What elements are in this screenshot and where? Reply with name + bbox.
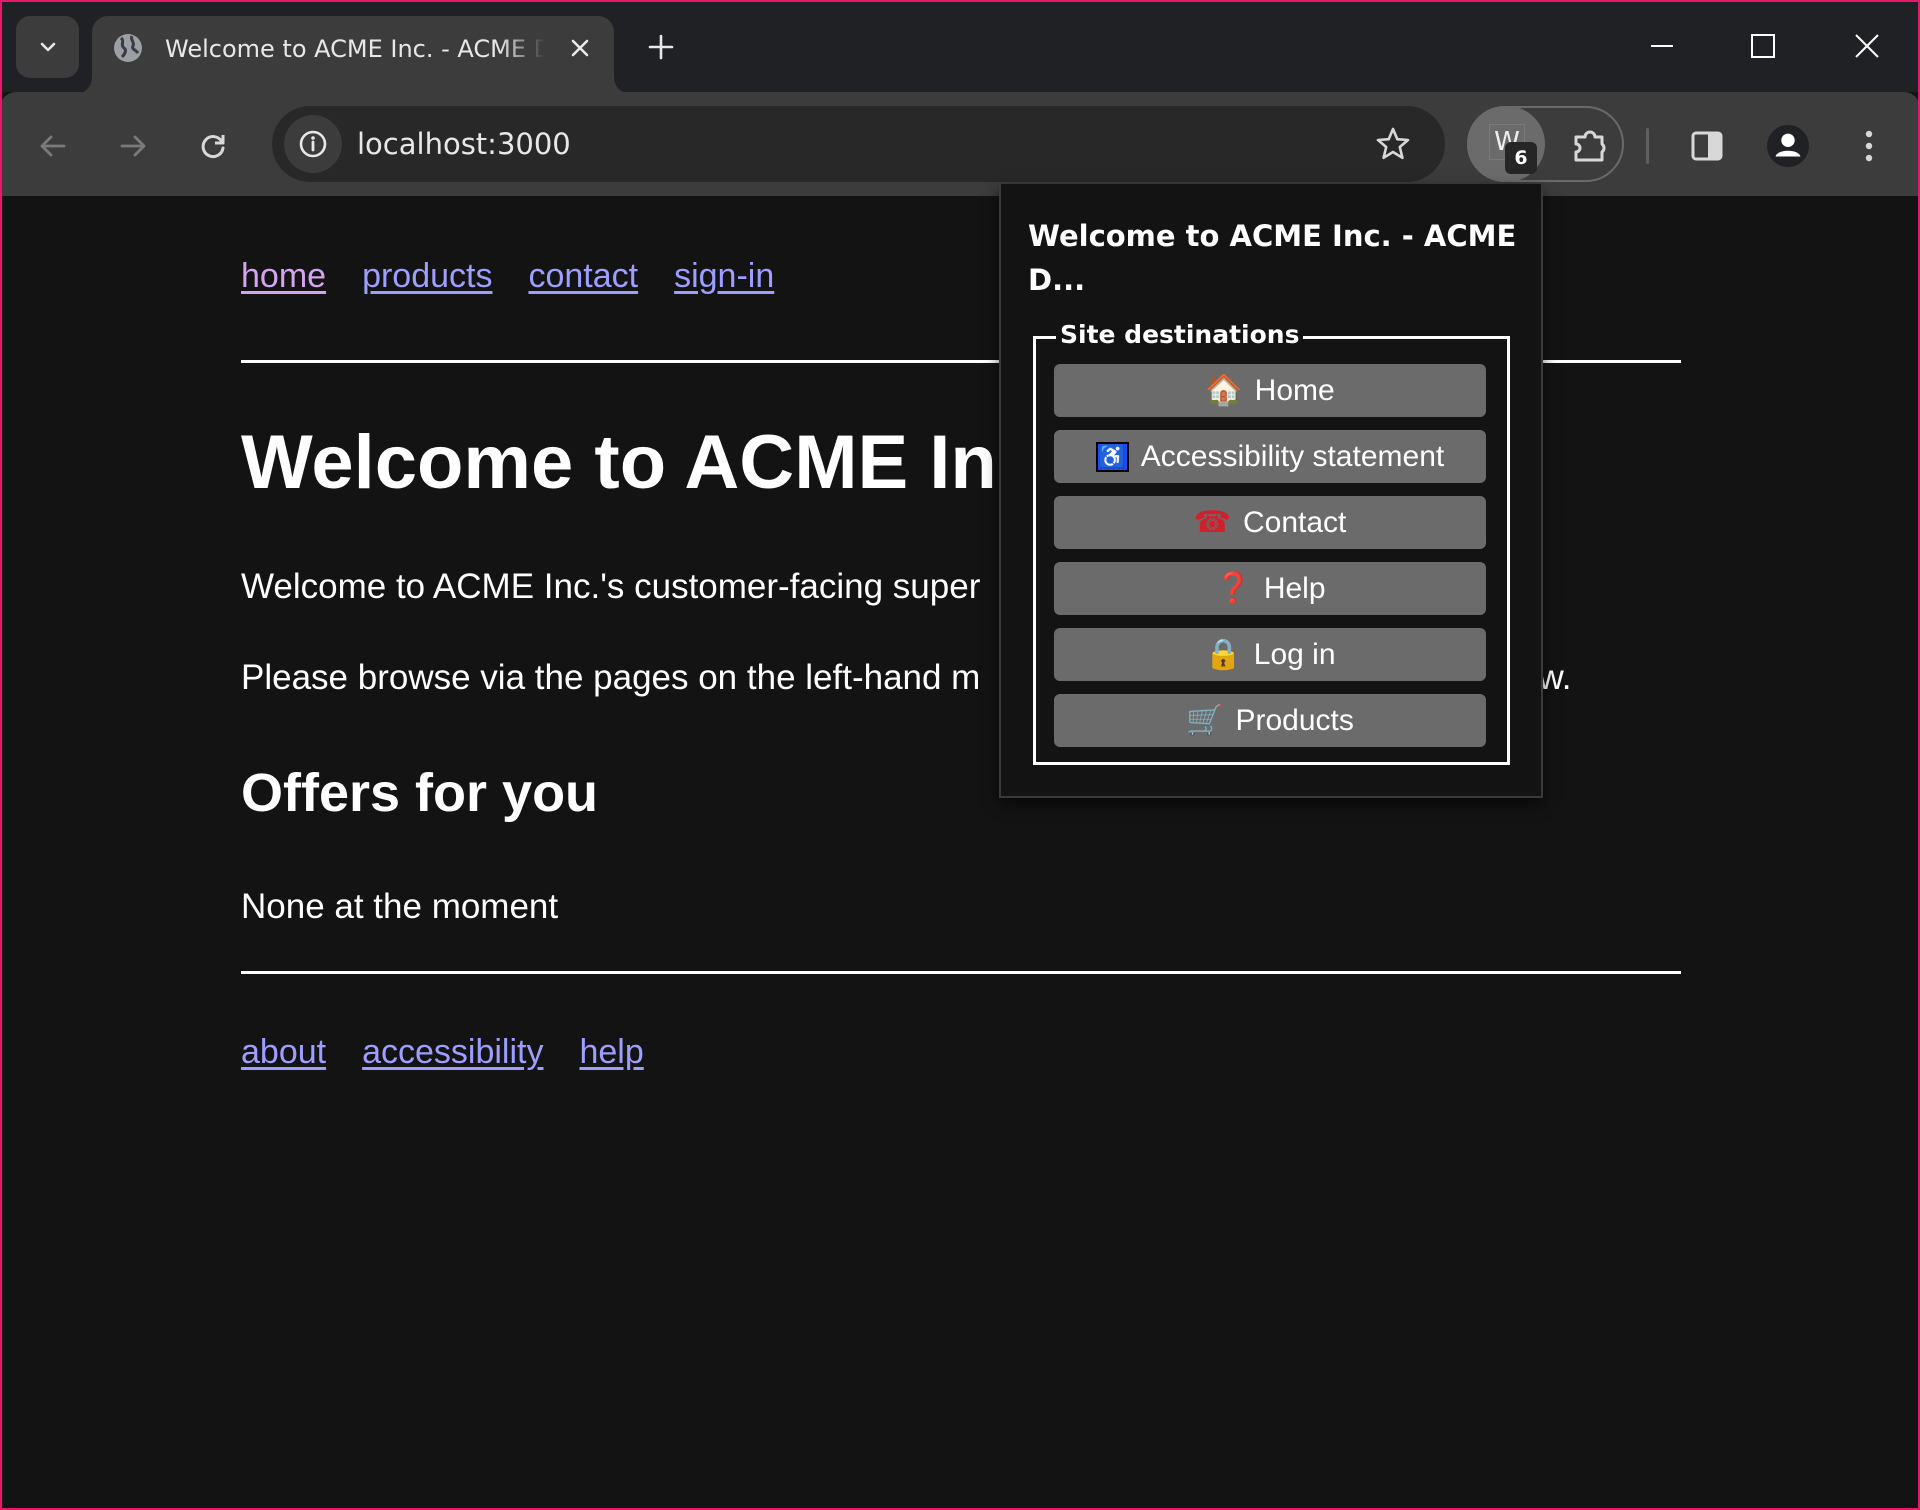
destination-label: Log in <box>1253 637 1336 671</box>
globe-icon <box>114 34 142 62</box>
footer-nav: about accessibility help <box>241 1032 644 1072</box>
browser-toolbar: localhost:3000 W 6 <box>0 92 1920 196</box>
top-nav: home products contact sign-in <box>241 256 774 296</box>
wheelchair-icon: ♿ <box>1095 441 1129 472</box>
side-panel-button[interactable] <box>1685 124 1729 168</box>
question-mark-icon: ❓ <box>1214 571 1252 605</box>
extension-popup: Welcome to ACME Inc. - ACME D... Site de… <box>999 184 1543 798</box>
tab-search-button[interactable] <box>16 16 79 78</box>
info-icon <box>299 130 327 158</box>
destination-products-button[interactable]: 🛒 Products <box>1054 694 1486 747</box>
close-icon <box>1855 34 1879 58</box>
active-tab[interactable]: Welcome to ACME Inc. - ACME Dashboard <box>76 16 630 94</box>
side-panel-icon <box>1691 131 1723 161</box>
intro-paragraph: Welcome to ACME Inc.'s customer-facing s… <box>241 567 981 606</box>
arrow-left-icon <box>40 135 66 157</box>
minimize-icon <box>1651 45 1673 47</box>
destination-help-button[interactable]: ❓ Help <box>1054 562 1486 615</box>
destination-label: Help <box>1263 571 1326 605</box>
lock-icon: 🔒 <box>1204 637 1242 671</box>
extension-badge: 6 <box>1505 142 1537 174</box>
nav-link-home[interactable]: home <box>241 256 326 296</box>
destination-home-button[interactable]: 🏠 Home <box>1054 364 1486 417</box>
tab-title: Welcome to ACME Inc. - ACME Dashboard <box>165 35 545 63</box>
popup-title: Welcome to ACME Inc. - ACME D... <box>1028 219 1517 297</box>
back-button[interactable] <box>31 124 75 168</box>
footer-link-help[interactable]: help <box>579 1032 643 1072</box>
browser-menu-button[interactable] <box>1847 124 1891 168</box>
shopping-cart-icon: 🛒 <box>1186 703 1224 737</box>
address-bar[interactable]: localhost:3000 <box>272 106 1445 182</box>
reload-button[interactable] <box>191 124 235 168</box>
offers-text: None at the moment <box>241 887 559 926</box>
forward-button[interactable] <box>111 124 155 168</box>
puzzle-icon[interactable] <box>1571 126 1611 166</box>
plus-icon <box>648 34 674 60</box>
maximize-button[interactable] <box>1741 24 1785 68</box>
new-tab-button[interactable] <box>642 28 680 66</box>
house-icon: 🏠 <box>1205 373 1243 407</box>
nav-link-products[interactable]: products <box>362 256 492 296</box>
person-icon <box>1766 124 1810 168</box>
more-vertical-icon <box>1865 130 1873 162</box>
site-destinations-group: Site destinations 🏠 Home ♿ Accessibility… <box>1033 317 1510 765</box>
arrow-right-icon <box>120 135 146 157</box>
nav-link-contact[interactable]: contact <box>528 256 638 296</box>
window-close-button[interactable] <box>1845 24 1889 68</box>
tab-strip: Welcome to ACME Inc. - ACME Dashboard <box>0 0 1920 94</box>
destination-label: Products <box>1235 703 1354 737</box>
destination-label: Accessibility statement <box>1140 439 1445 473</box>
divider <box>241 971 1681 974</box>
destination-label: Contact <box>1242 505 1347 539</box>
footer-link-about[interactable]: about <box>241 1032 326 1072</box>
profile-button[interactable] <box>1766 124 1810 168</box>
site-destinations-legend: Site destinations <box>1056 317 1304 353</box>
destination-accessibility-button[interactable]: ♿ Accessibility statement <box>1054 430 1486 483</box>
reload-icon <box>201 135 225 158</box>
destination-login-button[interactable]: 🔒 Log in <box>1054 628 1486 681</box>
url-text[interactable]: localhost:3000 <box>357 126 571 162</box>
toolbar-separator <box>1646 128 1649 164</box>
telephone-icon: ☎ <box>1193 505 1231 539</box>
tab-close-button[interactable] <box>562 30 598 66</box>
footer-link-accessibility[interactable]: accessibility <box>362 1032 543 1072</box>
browse-paragraph: Please browse via the pages on the left-… <box>241 658 981 697</box>
window-frame <box>0 0 1920 1510</box>
offers-heading: Offers for you <box>241 763 599 823</box>
maximize-icon <box>1751 34 1775 58</box>
nav-link-sign-in[interactable]: sign-in <box>674 256 774 296</box>
destination-contact-button[interactable]: ☎ Contact <box>1054 496 1486 549</box>
star-icon <box>1376 127 1410 160</box>
extensions-area: W 6 <box>1467 106 1624 182</box>
minimize-button[interactable] <box>1640 24 1684 68</box>
close-icon <box>571 39 589 57</box>
site-info-button[interactable] <box>284 115 342 173</box>
page-title: Welcome to ACME Inc <box>241 420 1040 505</box>
chevron-down-icon <box>40 42 55 52</box>
destination-label: Home <box>1254 373 1335 407</box>
extension-w-button[interactable]: W 6 <box>1467 106 1545 182</box>
bookmark-button[interactable] <box>1371 122 1415 166</box>
